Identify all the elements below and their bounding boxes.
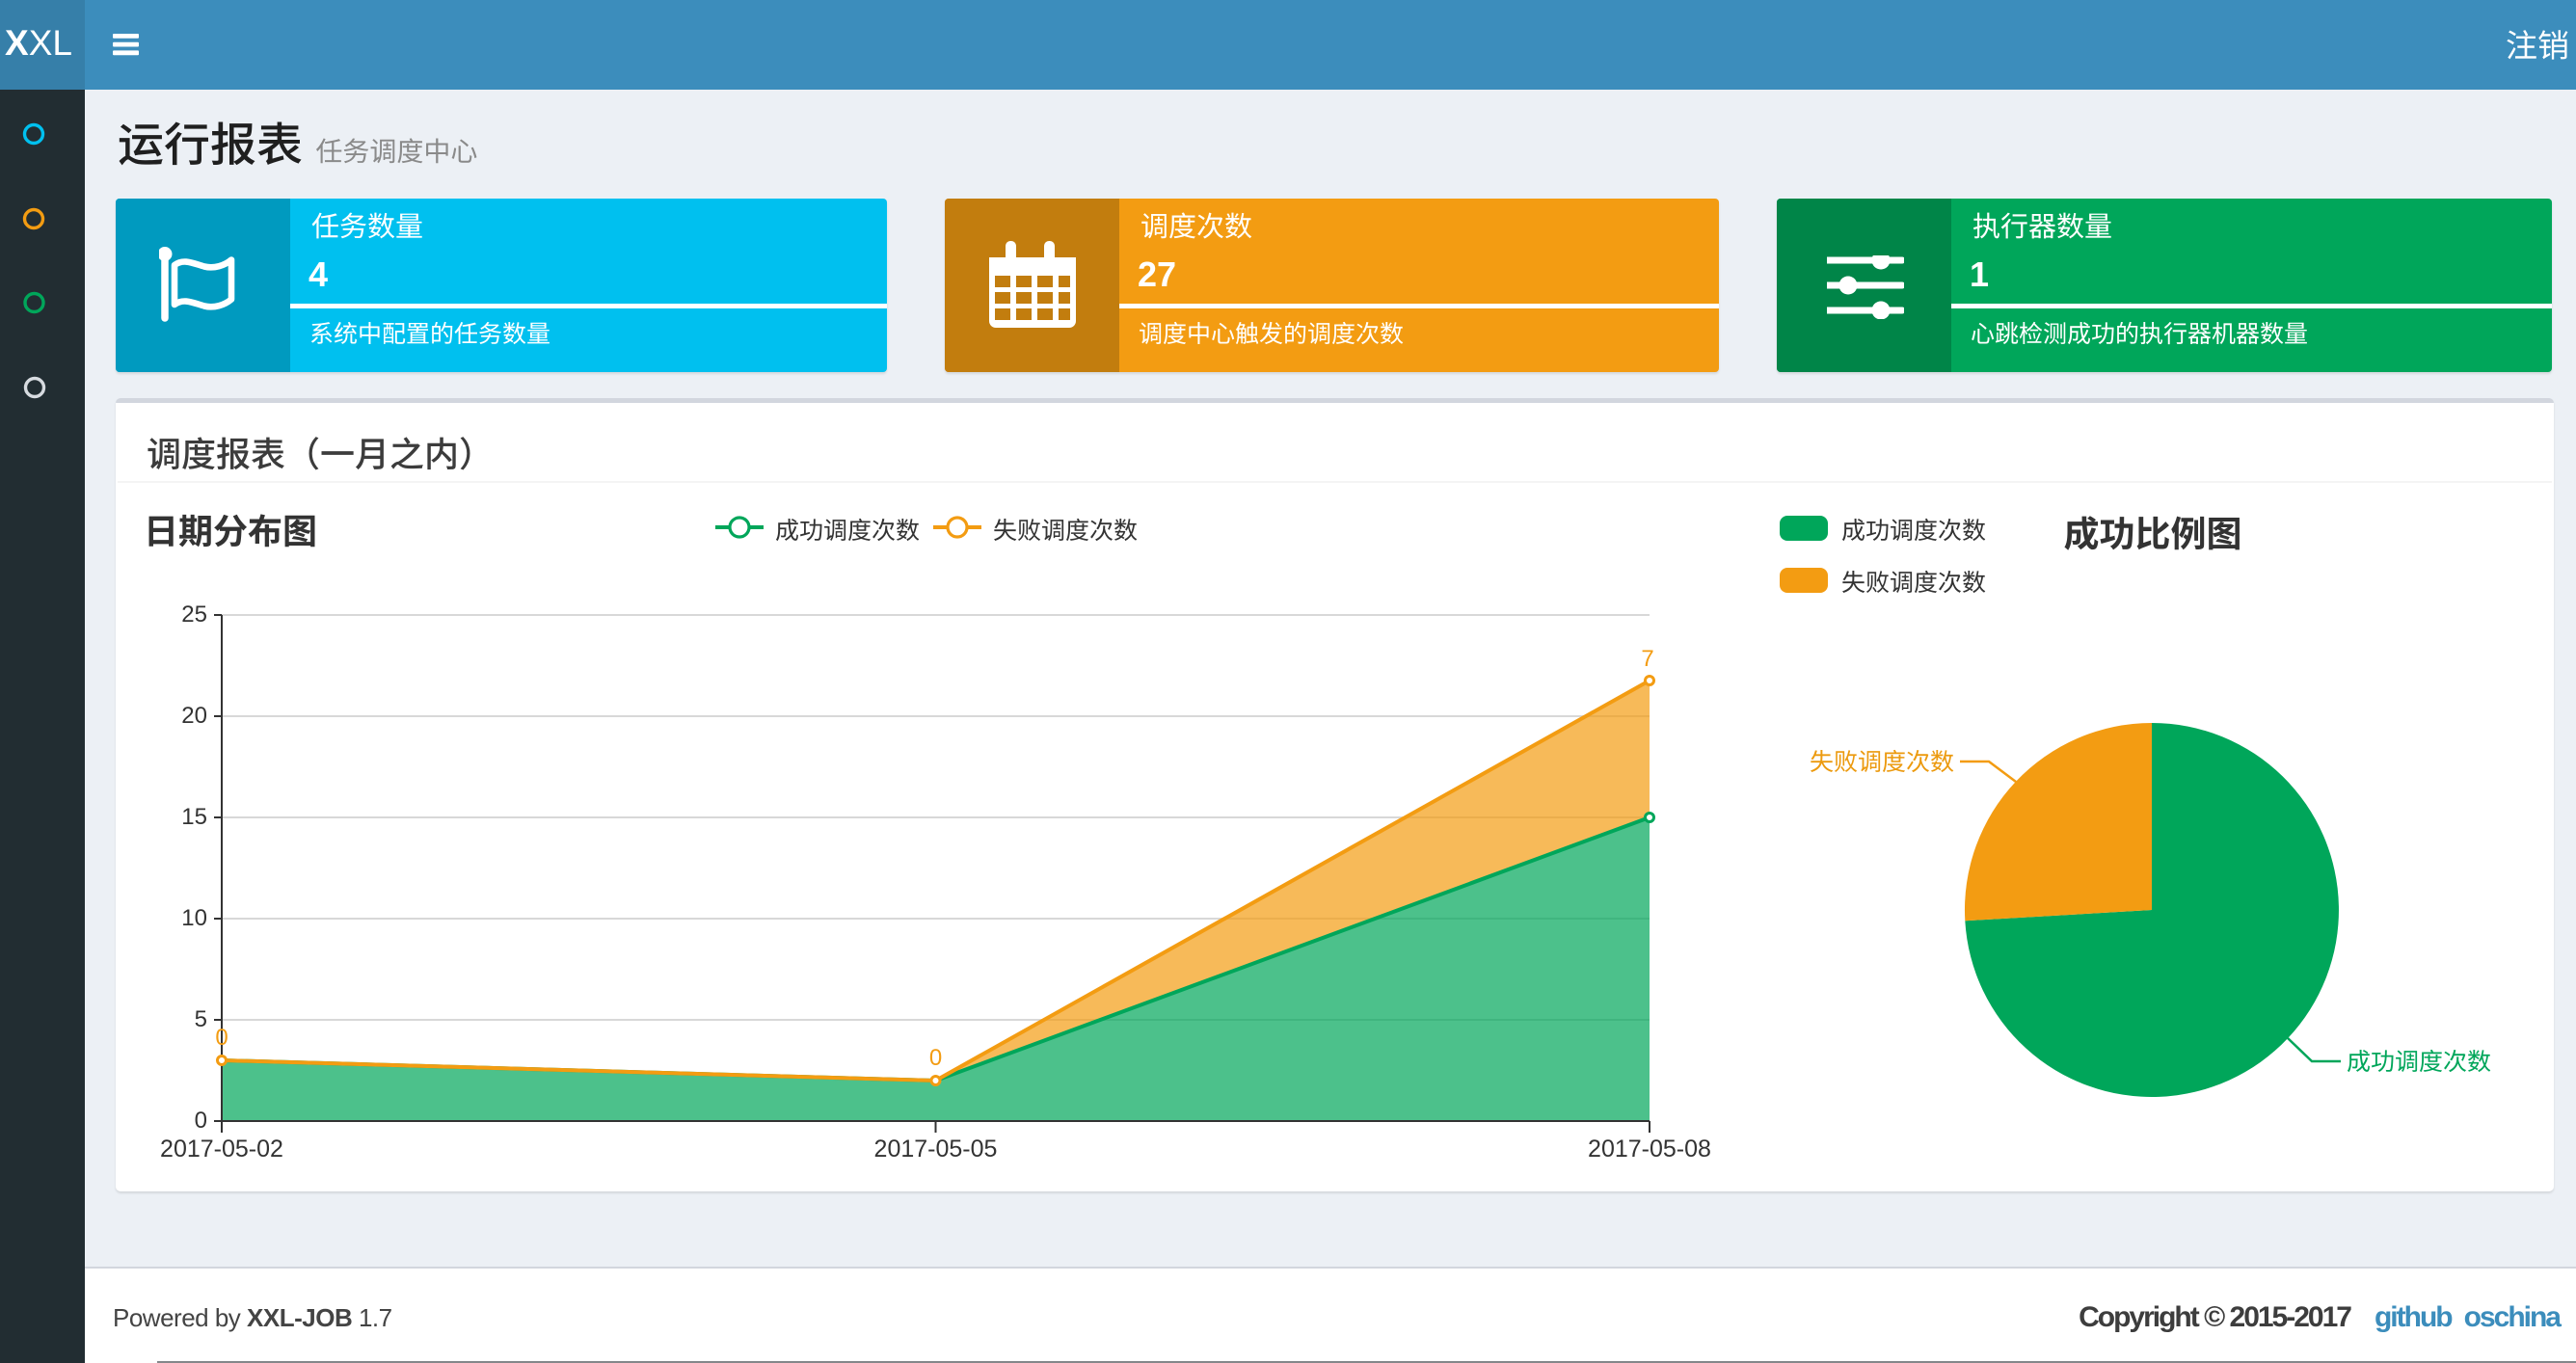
svg-text:2017-05-05: 2017-05-05 [874,1136,998,1163]
svg-text:成功调度次数: 成功调度次数 [2347,1049,2491,1076]
svg-text:0: 0 [929,1045,942,1071]
svg-text:日期分布图: 日期分布图 [144,512,317,551]
svg-text:成功比例图: 成功比例图 [2064,515,2242,554]
svg-text:7: 7 [1641,646,1653,672]
svg-text:0: 0 [215,1025,228,1051]
svg-text:15: 15 [181,804,207,830]
svg-text:25: 25 [181,601,207,628]
svg-text:5: 5 [195,1006,207,1032]
svg-text:20: 20 [181,703,207,729]
svg-text:失败调度次数: 失败调度次数 [1841,570,1986,597]
svg-text:10: 10 [181,905,207,931]
svg-text:0: 0 [195,1108,207,1134]
svg-text:失败调度次数: 失败调度次数 [993,518,1138,545]
svg-text:2017-05-02: 2017-05-02 [160,1136,283,1163]
svg-text:成功调度次数: 成功调度次数 [1841,518,1986,545]
svg-text:2017-05-08: 2017-05-08 [1588,1136,1711,1163]
svg-text:成功调度次数: 成功调度次数 [775,518,920,545]
svg-text:失败调度次数: 失败调度次数 [1810,749,1954,776]
